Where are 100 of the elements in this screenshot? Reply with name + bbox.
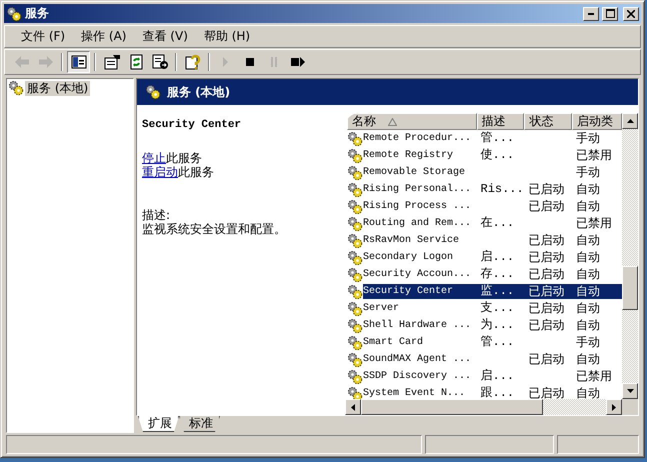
startup-type-cell-text: 自动 xyxy=(575,352,602,367)
status-cell-text: 已启动 xyxy=(527,233,566,248)
column-header[interactable]: 描述 xyxy=(476,113,524,130)
close-icon xyxy=(627,10,635,18)
column-header[interactable]: 状态 xyxy=(524,113,572,130)
scrollbar-thumb[interactable] xyxy=(361,399,543,415)
status-cell-text: 已启动 xyxy=(527,250,566,265)
status-cell-text: 已启动 xyxy=(527,352,566,367)
service-name-cell[interactable]: Rising Personal... xyxy=(363,182,476,197)
action-text: 此服务 xyxy=(166,151,202,165)
startup-type-cell-text: 已禁用 xyxy=(575,216,614,231)
startup-type-cell: 自动 xyxy=(572,284,622,299)
service-name-cell[interactable]: Smart Card xyxy=(363,335,476,350)
maximize-button[interactable] xyxy=(602,6,618,20)
service-name: Security Center xyxy=(142,119,242,131)
help-icon xyxy=(182,52,202,72)
service-name-cell[interactable]: Removable Storage xyxy=(363,165,476,180)
description-text: 监视系统安全设置和配置。 xyxy=(142,222,287,236)
startup-type-cell-text: 已禁用 xyxy=(575,148,614,163)
pause-icon xyxy=(270,57,276,67)
service-name-cell[interactable]: Remote Procedur... xyxy=(363,131,476,146)
view-tab[interactable]: 标准 xyxy=(179,416,220,432)
window-title: 服务 xyxy=(25,5,50,22)
pane-title: 服务 (本地) xyxy=(167,84,230,100)
column-header[interactable]: 名称 xyxy=(347,113,477,130)
minimize-icon xyxy=(588,12,594,14)
status-cell-text: 已启动 xyxy=(527,267,566,282)
status-cell-text: 已启动 xyxy=(527,199,566,214)
tree-item[interactable]: 服务 (本地) xyxy=(25,80,90,96)
startup-type-cell-text: 自动 xyxy=(575,301,602,316)
description-cell-text: 启... xyxy=(480,369,516,384)
service-name-cell[interactable]: Rising Process ... xyxy=(363,199,476,214)
service-name-cell[interactable]: Routing and Rem... xyxy=(363,216,476,231)
down-arrow-icon xyxy=(626,389,634,393)
description-cell-text: 管... xyxy=(480,131,516,146)
startup-type-cell-text: 自动 xyxy=(575,267,602,282)
status-cell: 已启动 xyxy=(524,284,572,299)
properties-icon xyxy=(102,52,122,72)
action-text: 此服务 xyxy=(178,165,214,179)
startup-type-cell-text: 自动 xyxy=(575,386,602,399)
scroll-up-button[interactable] xyxy=(622,113,638,129)
service-name-cell[interactable]: System Event N... xyxy=(363,386,476,399)
menu-item[interactable]: 操作 (A) xyxy=(73,28,134,45)
description-cell-text: 在... xyxy=(480,216,516,231)
export-list-icon xyxy=(150,52,170,72)
description-cell-text: 支... xyxy=(480,301,516,316)
scroll-left-button[interactable] xyxy=(345,399,361,415)
startup-type-cell-text: 手动 xyxy=(575,335,602,350)
description-cell-text: 管... xyxy=(480,335,516,350)
service-name-cell[interactable]: RsRavMon Service xyxy=(363,233,476,248)
status-cell-text: 已启动 xyxy=(527,318,566,333)
maximize-icon xyxy=(606,9,614,18)
scroll-right-button[interactable] xyxy=(606,399,622,415)
close-button[interactable] xyxy=(623,6,639,20)
up-arrow-icon xyxy=(626,119,634,123)
service-name-cell[interactable]: Security Accoun... xyxy=(363,267,476,282)
description-cell: 监... xyxy=(476,284,524,299)
description-cell-text: Ris... xyxy=(480,182,524,197)
description-label: 描述: xyxy=(142,208,172,222)
description-cell-text: 使... xyxy=(480,148,516,163)
column-header[interactable]: 启动类 xyxy=(572,113,622,130)
startup-type-cell-text: 手动 xyxy=(575,165,602,180)
menu-item[interactable]: 查看 (V) xyxy=(134,28,196,45)
service-name-cell[interactable]: SoundMAX Agent ... xyxy=(363,352,476,367)
service-name-cell[interactable]: Server xyxy=(363,301,476,316)
service-name-cell[interactable]: Shell Hardware ... xyxy=(363,318,476,333)
startup-type-cell-text: 手动 xyxy=(575,131,602,146)
view-tab[interactable]: 扩展 xyxy=(138,416,179,432)
description-cell-text: 跟... xyxy=(480,386,516,399)
action-link[interactable]: 停止 xyxy=(142,151,166,165)
status-cell-text: 已启动 xyxy=(527,301,566,316)
service-name-cell[interactable]: Security Center xyxy=(363,284,476,299)
scrollbar-thumb[interactable] xyxy=(622,266,638,310)
startup-type-cell-text: 自动 xyxy=(575,233,602,248)
gears-icon xyxy=(6,6,22,22)
gears-icon xyxy=(145,84,161,100)
status-cell-text: 已启动 xyxy=(527,182,566,197)
minimize-button[interactable] xyxy=(583,6,599,20)
left-arrow-icon xyxy=(351,404,355,410)
description-cell-text: 为... xyxy=(480,318,516,333)
right-arrow-icon xyxy=(612,404,616,410)
sort-arrow-icon xyxy=(388,118,397,126)
play-icon xyxy=(223,57,228,67)
description-cell-text: 存... xyxy=(480,267,516,282)
startup-type-cell-text: 已禁用 xyxy=(575,369,614,384)
scroll-down-button[interactable] xyxy=(622,383,638,399)
action-link[interactable]: 重启动 xyxy=(142,165,178,179)
startup-type-cell-text: 自动 xyxy=(575,318,602,333)
service-name-cell[interactable]: Secondary Logon xyxy=(363,250,476,265)
service-name-cell[interactable]: SSDP Discovery ... xyxy=(363,369,476,384)
startup-type-cell-text: 自动 xyxy=(575,199,602,214)
menu-item[interactable]: 文件 (F) xyxy=(13,28,74,45)
menu-item[interactable]: 帮助 (H) xyxy=(196,28,258,45)
tree-button[interactable] xyxy=(67,51,90,73)
status-cell-text: 已启动 xyxy=(527,386,566,399)
startup-type-cell-text: 自动 xyxy=(575,182,602,197)
description-cell-text: 启... xyxy=(480,250,516,265)
service-name-cell[interactable]: Remote Registry xyxy=(363,148,476,163)
startup-type-cell-text: 自动 xyxy=(575,250,602,265)
scrollbar-corner xyxy=(622,399,638,415)
